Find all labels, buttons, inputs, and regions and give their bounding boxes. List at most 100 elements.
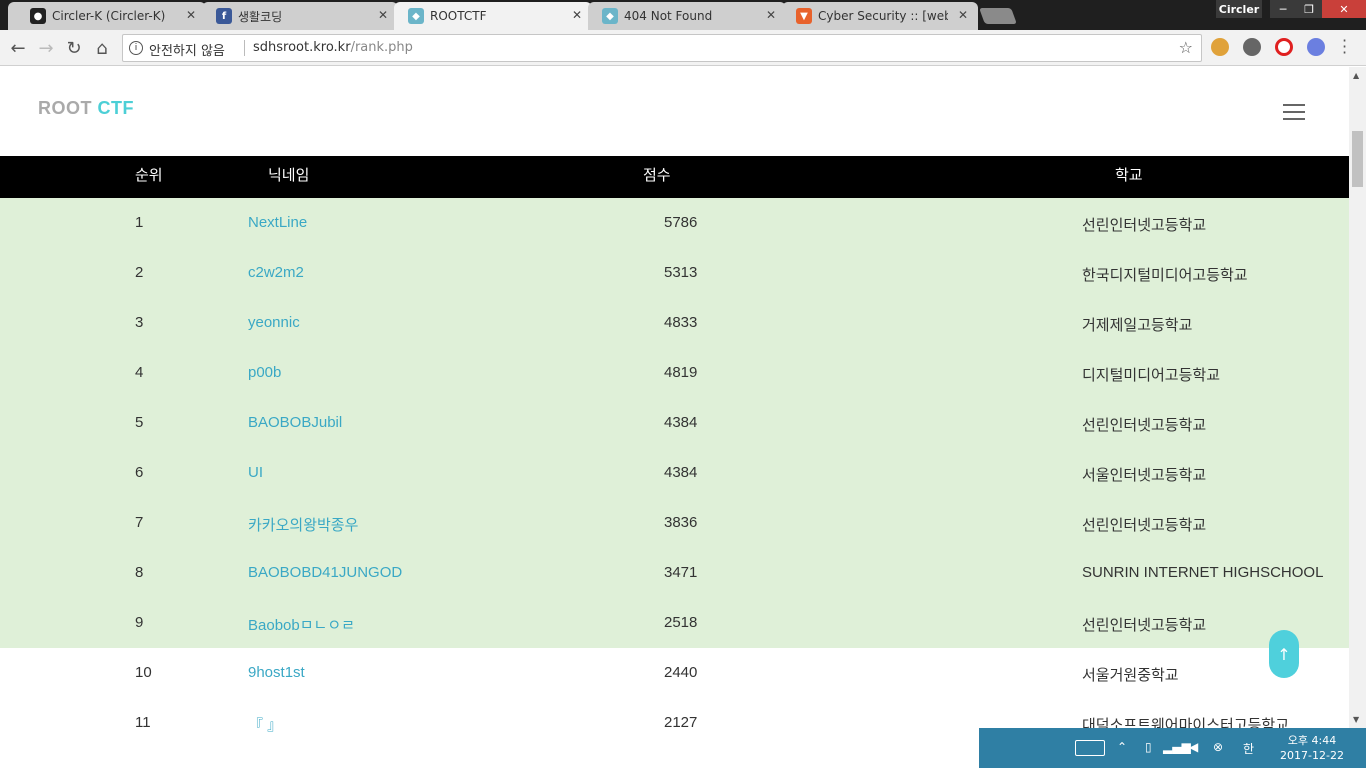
nickname-link[interactable]: 『 』: [248, 714, 282, 735]
score-cell: 2127: [664, 714, 698, 731]
nickname-link[interactable]: NextLine: [248, 214, 307, 231]
close-tab-icon[interactable]: ✕: [186, 8, 196, 22]
rank-cell: 9: [135, 614, 144, 631]
close-tab-icon[interactable]: ✕: [766, 8, 776, 22]
school-cell: 선린인터넷고등학교: [1082, 217, 1207, 234]
school-cell: 디지털미디어고등학교: [1082, 367, 1221, 384]
rank-cell: 5: [135, 414, 144, 431]
tab-title: Cyber Security :: [webha: [818, 9, 948, 23]
rank-table-header: 순위 닉네임 점수 학교: [0, 156, 1349, 198]
bookmark-star-icon[interactable]: ☆: [1179, 38, 1193, 57]
rank-cell: 11: [135, 714, 151, 731]
close-tab-icon[interactable]: ✕: [378, 8, 388, 22]
header-nickname: 닉네임: [268, 166, 310, 184]
table-row: 4 p00b 4819 디지털미디어고등학교: [0, 348, 1349, 398]
rank-cell: 3: [135, 314, 144, 331]
brand-ctf: CTF: [97, 98, 135, 118]
restore-icon[interactable]: ❐: [1296, 0, 1322, 18]
page-content: ROOT CTF 순위 닉네임 점수 학교 1 NextLine 5786 선린…: [0, 67, 1349, 768]
back-icon[interactable]: ←: [8, 38, 28, 59]
table-row: 5 BAOBOBJubil 4384 선린인터넷고등학교: [0, 398, 1349, 448]
browser-toolbar: ← → ↻ ⌂ i 안전하지 않음 sdhsroot.kro.kr/rank.p…: [0, 30, 1366, 66]
chrome-menu-icon[interactable]: · · ·: [1342, 33, 1348, 61]
header-rank: 순위: [135, 166, 163, 184]
show-hidden-icons-icon[interactable]: ⌃: [1117, 740, 1127, 754]
nickname-link[interactable]: UI: [248, 464, 263, 481]
score-cell: 3471: [664, 564, 698, 581]
header-score: 점수: [643, 166, 671, 184]
score-cell: 4384: [664, 464, 698, 481]
profile-button[interactable]: Circler: [1216, 0, 1262, 18]
nickname-link[interactable]: c2w2m2: [248, 264, 304, 281]
settings-extension-icon[interactable]: [1243, 38, 1261, 56]
extension-icon[interactable]: [1211, 38, 1229, 56]
table-row: 3 yeonnic 4833 거제제일고등학교: [0, 298, 1349, 348]
new-tab-button[interactable]: [979, 8, 1017, 24]
nickname-link[interactable]: BAOBOBD41JUNGOD: [248, 564, 402, 581]
rank-cell: 4: [135, 364, 144, 381]
tab-rootctf[interactable]: ◆ ROOTCTF ✕: [394, 2, 592, 30]
url-text: sdhsroot.kro.kr/rank.php: [253, 40, 413, 55]
close-tab-icon[interactable]: ✕: [958, 8, 968, 22]
score-cell: 5786: [664, 214, 698, 231]
score-cell: 5313: [664, 264, 698, 281]
touch-keyboard-icon[interactable]: [1075, 740, 1105, 756]
tab-title: Circler-K (Circler-K): [52, 9, 166, 23]
brave-icon: ▼: [796, 8, 812, 24]
nickname-link[interactable]: 카카오의왕박종우: [248, 514, 358, 535]
page-scrollbar[interactable]: ▲ ▼: [1349, 67, 1366, 728]
address-bar[interactable]: i 안전하지 않음 sdhsroot.kro.kr/rank.php ☆: [122, 34, 1202, 62]
tab-strip: ● Circler-K (Circler-K) ✕ f 생활코딩 ✕ ◆ ROO…: [0, 0, 1366, 30]
scrollbar-thumb[interactable]: [1352, 131, 1363, 187]
table-row: 2 c2w2m2 5313 한국디지털미디어고등학교: [0, 248, 1349, 298]
ime-indicator[interactable]: 한: [1243, 740, 1254, 757]
nickname-link[interactable]: 9host1st: [248, 664, 305, 681]
nickname-link[interactable]: BAOBOBJubil: [248, 414, 342, 431]
brand-root: ROOT: [38, 98, 92, 118]
rank-cell: 7: [135, 514, 144, 531]
school-cell: 선린인터넷고등학교: [1082, 517, 1207, 534]
divider: [244, 40, 245, 56]
table-row: 8 BAOBOBD41JUNGOD 3471 SUNRIN INTERNET H…: [0, 548, 1349, 598]
tab-404[interactable]: ◆ 404 Not Found ✕: [588, 2, 786, 30]
clock-time: 오후 4:44: [1287, 734, 1337, 747]
table-row: 10 9host1st 2440 서울거원중학교: [0, 648, 1349, 698]
rank-cell: 2: [135, 264, 144, 281]
scroll-to-top-button[interactable]: ↑: [1269, 630, 1299, 678]
tab-title: ROOTCTF: [430, 9, 487, 23]
tab-github[interactable]: ● Circler-K (Circler-K) ✕: [8, 2, 206, 30]
volume-icon[interactable]: ◀: [1189, 740, 1198, 754]
school-cell: 선린인터넷고등학교: [1082, 417, 1207, 434]
school-cell: 거제제일고등학교: [1082, 317, 1193, 334]
clock[interactable]: 오후 4:44 2017-12-22: [1277, 733, 1347, 763]
network-icon[interactable]: ▂▄▆: [1163, 740, 1191, 754]
forward-icon[interactable]: →: [36, 38, 56, 59]
close-tab-icon[interactable]: ✕: [572, 8, 582, 22]
reload-icon[interactable]: ↻: [64, 38, 84, 59]
site-logo[interactable]: ROOT CTF: [38, 98, 134, 119]
hamburger-menu-icon[interactable]: [1283, 104, 1305, 120]
battery-icon[interactable]: ▯: [1145, 740, 1152, 754]
nickname-link[interactable]: yeonnic: [248, 314, 300, 331]
table-row: 9 Baobobㅁㄴㅇㄹ 2518 선린인터넷고등학교: [0, 598, 1349, 648]
home-icon[interactable]: ⌂: [92, 38, 112, 59]
scroll-up-icon[interactable]: ▲: [1353, 71, 1359, 80]
notification-x-icon[interactable]: ⊗: [1213, 740, 1223, 754]
extension-r-icon[interactable]: [1307, 38, 1325, 56]
tab-cyber-security[interactable]: ▼ Cyber Security :: [webha ✕: [782, 2, 978, 30]
score-cell: 2440: [664, 664, 698, 681]
rootctf-icon: ◆: [408, 8, 424, 24]
clock-date: 2017-12-22: [1280, 749, 1344, 762]
school-cell: 서울인터넷고등학교: [1082, 467, 1207, 484]
minimize-icon[interactable]: ─: [1270, 0, 1296, 18]
score-cell: 2518: [664, 614, 698, 631]
scroll-down-icon[interactable]: ▼: [1353, 715, 1359, 724]
facebook-icon: f: [216, 8, 232, 24]
tab-facebook[interactable]: f 생활코딩 ✕: [202, 2, 398, 30]
nickname-link[interactable]: p00b: [248, 364, 281, 381]
nickname-link[interactable]: Baobobㅁㄴㅇㄹ: [248, 614, 355, 635]
close-window-icon[interactable]: ✕: [1322, 0, 1366, 18]
school-cell: 선린인터넷고등학교: [1082, 617, 1207, 634]
info-icon[interactable]: i: [129, 41, 143, 55]
opera-icon[interactable]: [1275, 38, 1293, 56]
